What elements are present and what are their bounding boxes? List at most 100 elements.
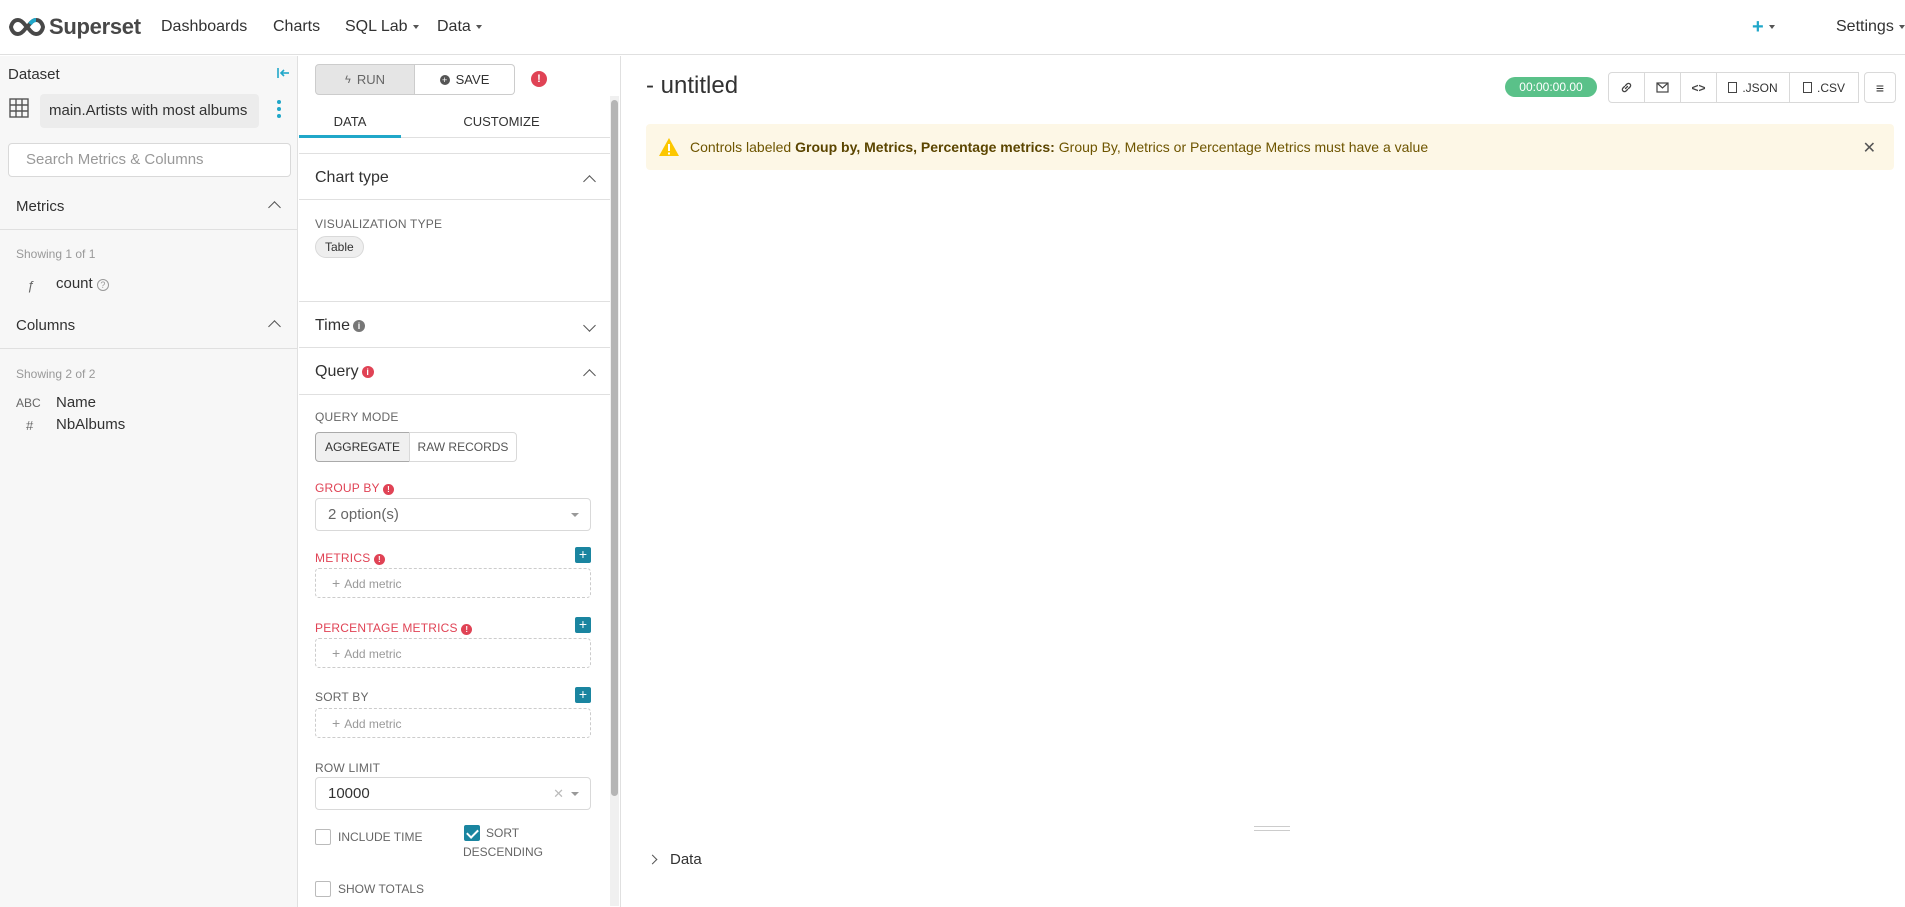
add-metric-button[interactable]: + Add metric	[315, 568, 591, 598]
control-tabs: DATA CUSTOMIZE	[299, 104, 611, 138]
chevron-down-icon	[583, 319, 596, 332]
metrics-label-text: METRICS	[315, 551, 371, 565]
chevron-up-icon	[583, 369, 596, 382]
new-item-button[interactable]: +	[1752, 16, 1775, 39]
export-json-button[interactable]: .JSON	[1716, 72, 1790, 103]
columns-section-header[interactable]: Columns	[0, 303, 297, 349]
control-panel-scrollbar[interactable]	[610, 96, 619, 906]
query-title: Query	[315, 363, 359, 380]
add-metric-label: Add metric	[344, 717, 402, 731]
columns-section-title: Columns	[16, 317, 76, 334]
scrollbar-thumb[interactable]	[611, 100, 618, 796]
settings-label: Settings	[1836, 18, 1894, 35]
query-mode-aggregate-button[interactable]: AGGREGATE	[315, 432, 410, 462]
metrics-label: METRICS !	[315, 551, 385, 565]
share-email-button[interactable]	[1644, 72, 1681, 103]
brand-name: Superset	[49, 14, 141, 39]
add-percentage-metric-plus-button[interactable]: +	[575, 617, 591, 633]
code-icon: <>	[1691, 80, 1706, 95]
chevron-down-icon	[1898, 25, 1905, 29]
superset-logo-icon	[9, 17, 45, 37]
warning-icon	[659, 138, 679, 156]
chevron-down-icon	[571, 513, 579, 517]
error-icon[interactable]: !	[531, 71, 547, 87]
collapse-panel-icon[interactable]	[276, 66, 290, 83]
sort-descending-label-1: SORT	[486, 826, 520, 840]
clear-icon[interactable]: ✕	[553, 778, 564, 809]
metrics-showing-count: Showing 1 of 1	[16, 247, 96, 261]
column-item-nbalbums[interactable]: NbAlbums	[56, 416, 125, 433]
dataset-menu-icon[interactable]	[277, 100, 281, 121]
panel-resize-handle[interactable]	[1254, 826, 1290, 831]
chart-title[interactable]: - untitled	[646, 72, 738, 100]
chevron-up-icon	[268, 320, 281, 333]
metric-item-count[interactable]: count ?	[56, 275, 109, 292]
data-pane-toggle[interactable]: Data	[646, 851, 702, 868]
copy-link-button[interactable]	[1608, 72, 1645, 103]
query-mode-label: QUERY MODE	[315, 410, 399, 424]
save-button[interactable]: + SAVE	[415, 64, 515, 95]
column-item-name[interactable]: Name	[56, 394, 96, 411]
chevron-down-icon	[1768, 25, 1775, 29]
alert-message: Group By, Metrics or Percentage Metrics …	[1058, 139, 1429, 155]
close-icon[interactable]: ✕	[1863, 138, 1876, 158]
nav-dashboards[interactable]: Dashboards	[161, 18, 247, 36]
numeric-type-icon: #	[26, 418, 34, 433]
nav-data[interactable]: Data	[437, 18, 482, 36]
chevron-down-icon	[412, 25, 419, 29]
metrics-section-header[interactable]: Metrics	[0, 184, 297, 230]
plus-icon: +	[1752, 15, 1764, 38]
add-percentage-metric-button[interactable]: + Add metric	[315, 638, 591, 668]
add-sort-plus-button[interactable]: +	[575, 687, 591, 703]
link-icon	[1621, 82, 1632, 93]
nav-sql-lab[interactable]: SQL Lab	[345, 18, 419, 36]
query-timer-badge: 00:00:00.00	[1505, 77, 1597, 97]
run-button[interactable]: ϟ RUN	[315, 64, 415, 95]
chart-type-title: Chart type	[315, 169, 389, 186]
question-icon: ?	[96, 279, 109, 291]
group-by-select[interactable]: 2 option(s)	[315, 498, 591, 531]
metrics-section-title: Metrics	[16, 198, 65, 215]
top-navbar: Superset Dashboards Charts SQL Lab Data …	[0, 0, 1905, 55]
show-totals-checkbox[interactable]	[315, 881, 331, 897]
chart-type-section-header[interactable]: Chart type	[299, 153, 610, 200]
chevron-up-icon	[583, 175, 596, 188]
viz-type-label: VISUALIZATION TYPE	[315, 217, 443, 231]
row-limit-value: 10000	[328, 785, 370, 802]
run-save-group: ϟ RUN + SAVE	[315, 64, 515, 95]
query-section-header[interactable]: Query i	[299, 348, 610, 395]
brand-logo[interactable]: Superset	[9, 14, 141, 40]
chevron-down-icon	[475, 25, 482, 29]
row-limit-label: ROW LIMIT	[315, 761, 381, 775]
nav-sql-lab-label: SQL Lab	[345, 18, 408, 35]
chevron-down-icon	[571, 792, 579, 796]
chart-toolbar: <> .JSON .CSV ≡	[1608, 72, 1896, 103]
export-csv-button[interactable]: .CSV	[1789, 72, 1859, 103]
tab-data[interactable]: DATA	[299, 104, 401, 138]
search-metrics-input[interactable]: Search Metrics & Columns	[8, 143, 291, 177]
dataset-header: Dataset	[8, 66, 60, 83]
lightning-icon: ϟ	[345, 73, 351, 86]
settings-menu[interactable]: Settings	[1836, 18, 1905, 36]
query-mode-raw-button[interactable]: RAW RECORDS	[409, 432, 517, 462]
nav-charts[interactable]: Charts	[273, 18, 320, 36]
group-by-value: 2 option(s)	[328, 506, 399, 523]
file-icon	[1802, 82, 1812, 93]
dataset-name[interactable]: main.Artists with most albums	[40, 94, 259, 128]
export-csv-label: .CSV	[1816, 80, 1845, 95]
tab-customize[interactable]: CUSTOMIZE	[429, 104, 574, 138]
chart-area: - untitled 00:00:00.00 <> .JSON .CSV ≡ C…	[622, 56, 1905, 907]
more-menu-button[interactable]: ≡	[1864, 72, 1896, 103]
columns-showing-count: Showing 2 of 2	[16, 367, 96, 381]
viz-type-selector[interactable]: Table	[315, 236, 364, 258]
chevron-right-icon	[647, 854, 658, 865]
run-label: RUN	[356, 72, 385, 87]
row-limit-select[interactable]: 10000 ✕	[315, 777, 591, 810]
chevron-up-icon	[268, 201, 281, 214]
include-time-checkbox[interactable]	[315, 829, 331, 845]
add-sort-metric-button[interactable]: + Add metric	[315, 708, 591, 738]
time-title: Time	[315, 317, 350, 334]
add-metric-plus-button[interactable]: +	[575, 547, 591, 563]
time-section-header[interactable]: Time i	[299, 301, 610, 348]
embed-code-button[interactable]: <>	[1680, 72, 1717, 103]
